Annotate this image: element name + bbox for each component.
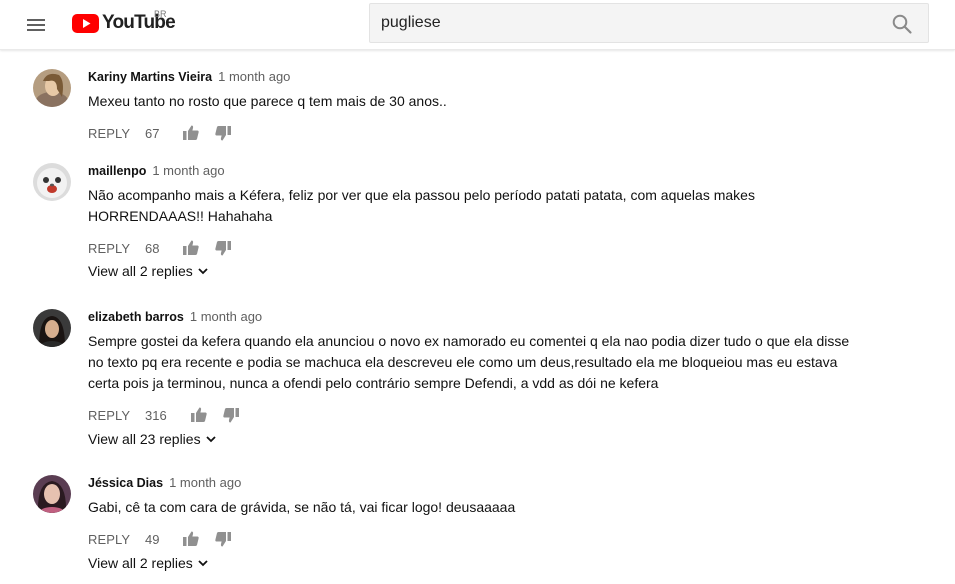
- search-box: [369, 3, 929, 43]
- comment-text: Mexeu tanto no rosto que parece q tem ma…: [88, 91, 888, 112]
- reply-button[interactable]: REPLY: [88, 532, 130, 547]
- search-input[interactable]: [370, 4, 870, 42]
- chevron-down-icon: [205, 436, 216, 443]
- view-replies-button[interactable]: View all 23 replies: [88, 431, 217, 447]
- comment-text: Não acompanho mais a Kéfera, feliz por v…: [88, 185, 888, 227]
- view-replies-button[interactable]: View all 2 replies: [88, 555, 209, 571]
- comment-actions: REPLY 67: [88, 122, 888, 146]
- thumbs-up-icon[interactable]: [182, 239, 200, 257]
- youtube-logo[interactable]: YouTube BR: [72, 9, 176, 35]
- comment-author[interactable]: elizabeth barros: [88, 310, 184, 324]
- like-count: 49: [145, 532, 160, 547]
- youtube-play-icon: [72, 13, 99, 33]
- avatar[interactable]: [33, 69, 71, 107]
- thumbs-down-icon[interactable]: [214, 124, 232, 142]
- thumbs-down-icon[interactable]: [214, 530, 232, 548]
- view-replies-label: View all 2 replies: [88, 555, 193, 571]
- thumbs-down-icon[interactable]: [222, 406, 240, 424]
- like-count: 67: [145, 126, 160, 141]
- reply-button[interactable]: REPLY: [88, 241, 130, 256]
- comment-line: Gabi, cê ta com cara de grávida, se não …: [88, 499, 516, 515]
- comment-author[interactable]: Jéssica Dias: [88, 476, 163, 490]
- thumbs-down-icon[interactable]: [214, 239, 232, 257]
- comment-line: certa pois ja terminou, nunca a ofendi p…: [88, 375, 659, 391]
- like-count: 68: [145, 241, 160, 256]
- search-icon[interactable]: [890, 12, 914, 36]
- comment-author[interactable]: maillenpo: [88, 164, 146, 178]
- thumbs-up-icon[interactable]: [182, 124, 200, 142]
- comment-actions: REPLY 49: [88, 528, 888, 552]
- comment-body: Kariny Martins Vieira 1 month ago Mexeu t…: [88, 69, 888, 146]
- comment-actions: REPLY 68: [88, 237, 888, 261]
- chevron-down-icon: [198, 268, 208, 275]
- thumbs-up-icon[interactable]: [182, 530, 200, 548]
- view-replies-button[interactable]: View all 2 replies: [88, 263, 209, 279]
- view-replies-label: View all 2 replies: [88, 263, 193, 279]
- thumbs-up-icon[interactable]: [190, 406, 208, 424]
- comment-line: Sempre gostei da kefera quando ela anunc…: [88, 333, 850, 349]
- comment-line: no texto pq era recente e podia se machu…: [88, 354, 838, 370]
- comment-actions: REPLY 316: [88, 404, 888, 428]
- comment-timestamp[interactable]: 1 month ago: [169, 475, 241, 490]
- comment-text: Sempre gostei da kefera quando ela anunc…: [88, 331, 888, 394]
- comment-timestamp[interactable]: 1 month ago: [218, 69, 290, 84]
- chevron-down-icon: [198, 560, 208, 567]
- comment-line: Não acompanho mais a Kéfera, feliz por v…: [88, 187, 755, 203]
- reply-button[interactable]: REPLY: [88, 408, 130, 423]
- comment-timestamp[interactable]: 1 month ago: [152, 163, 224, 178]
- avatar[interactable]: [33, 163, 71, 201]
- comment-text: Gabi, cê ta com cara de grávida, se não …: [88, 497, 888, 518]
- comment-body: elizabeth barros 1 month ago Sempre goste…: [88, 309, 888, 447]
- reply-button[interactable]: REPLY: [88, 126, 130, 141]
- country-code: BR: [154, 9, 167, 19]
- avatar[interactable]: [33, 309, 71, 347]
- hamburger-menu-icon[interactable]: [24, 13, 48, 37]
- masthead: YouTube BR: [0, 0, 955, 50]
- comment-timestamp[interactable]: 1 month ago: [190, 309, 262, 324]
- comment-line: Mexeu tanto no rosto que parece q tem ma…: [88, 93, 447, 109]
- comment-author[interactable]: Kariny Martins Vieira: [88, 70, 212, 84]
- comment-body: Jéssica Dias 1 month ago Gabi, cê ta com …: [88, 475, 888, 571]
- avatar[interactable]: [33, 475, 71, 513]
- like-count: 316: [145, 408, 167, 423]
- view-replies-label: View all 23 replies: [88, 431, 201, 447]
- comment-line: HORRENDAAAS!! Hahahaha: [88, 208, 273, 224]
- comment-body: maillenpo 1 month ago Não acompanho mais …: [88, 163, 888, 279]
